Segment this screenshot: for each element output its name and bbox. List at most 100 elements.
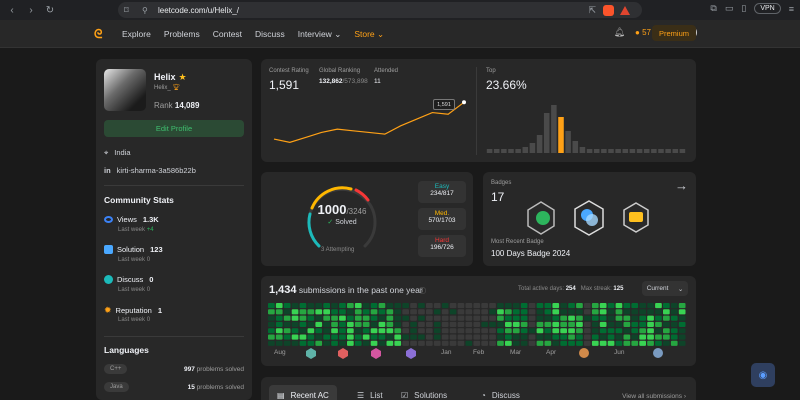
reload-icon[interactable]: ↻ xyxy=(45,5,55,16)
heatmap-cell xyxy=(481,315,488,321)
language-count-value: 15 xyxy=(187,383,195,391)
tab-list[interactable]: ☰ List xyxy=(349,385,391,400)
nav-discuss[interactable]: Discuss xyxy=(255,29,285,40)
heatmap-cell xyxy=(315,303,323,309)
info-icon[interactable]: ⓘ xyxy=(419,286,426,296)
tab-solutions[interactable]: ☑ Solutions xyxy=(393,385,455,400)
heatmap-cell xyxy=(576,328,583,334)
submission-heatmap[interactable] xyxy=(268,303,688,349)
feedback-chat-button[interactable]: ◉ xyxy=(751,363,775,387)
rating-histogram[interactable] xyxy=(486,103,686,153)
difficulty-medium[interactable]: Med. 570/1703 xyxy=(418,208,466,230)
menu-icon[interactable]: ≡ xyxy=(789,4,794,14)
heatmap-cell xyxy=(623,334,631,340)
heatmap-cell xyxy=(433,334,441,340)
stat-label: Views xyxy=(117,215,137,224)
tab-recent-ac[interactable]: ▤ Recent AC xyxy=(269,385,337,400)
badge-100-days-icon[interactable] xyxy=(574,200,604,236)
heatmap-cell xyxy=(497,315,504,321)
site-info-icon[interactable]: ⚲ xyxy=(142,6,148,15)
heatmap-cell xyxy=(457,309,465,315)
heatmap-cell xyxy=(560,315,567,321)
heatmap-cell xyxy=(489,334,496,340)
heatmap-cell xyxy=(402,334,409,340)
stat-discuss: Discuss 0 xyxy=(104,275,153,284)
heatmap-cell xyxy=(647,334,654,340)
linkedin-link[interactable]: in kirti-sharma-3a586b22b xyxy=(104,166,196,175)
badge-annual-icon[interactable] xyxy=(623,202,649,233)
heatmap-cell xyxy=(339,315,346,321)
heatmap-cell xyxy=(433,321,441,327)
back-icon[interactable]: ‹ xyxy=(7,5,17,16)
sidebar-icon[interactable]: ▯ xyxy=(741,3,746,14)
premium-button[interactable]: Premium xyxy=(652,25,696,41)
heatmap-cell xyxy=(473,328,481,334)
heatmap-cell xyxy=(631,334,639,340)
browser-toolbar: ‹ › ↻ ⌑ ⚲ leetcode.com/u/Helix_/ ⇱ ⧉ ▭ ▯… xyxy=(0,0,800,20)
heatmap-cell xyxy=(497,321,504,327)
heatmap-cell xyxy=(410,321,417,327)
heatmap-cell xyxy=(639,321,646,327)
forward-icon[interactable]: › xyxy=(26,5,36,16)
heatmap-cell xyxy=(323,321,330,327)
brave-shield-icon[interactable] xyxy=(603,5,614,16)
heatmap-cell xyxy=(441,315,449,321)
heatmap-cell xyxy=(268,309,275,315)
heatmap-cell xyxy=(655,340,662,346)
difficulty-hard[interactable]: Hard 196/726 xyxy=(418,235,466,257)
easy-label: Easy xyxy=(434,183,450,190)
heatmap-cell xyxy=(623,321,631,327)
histogram-bar xyxy=(651,149,657,153)
heatmap-cell xyxy=(291,309,299,315)
heatmap-cell xyxy=(560,328,567,334)
nav-store[interactable]: Store ⌄ xyxy=(354,29,384,40)
view-all-submissions-link[interactable]: View all submissions › xyxy=(622,393,686,400)
heatmap-cell xyxy=(663,303,670,309)
tab-discuss[interactable]: ◔ Discuss xyxy=(473,385,528,400)
nav-contest[interactable]: Contest xyxy=(213,29,242,40)
badge-50-days-icon[interactable] xyxy=(527,201,555,235)
heatmap-cell xyxy=(386,328,394,334)
nav-problems[interactable]: Problems xyxy=(164,29,200,40)
heatmap-cell xyxy=(584,321,591,327)
profile-card: Helix ★ Helix_ 🏆︎ Rank 14,089 Edit Profil… xyxy=(96,59,252,400)
heatmap-cell xyxy=(607,328,615,334)
edit-profile-button[interactable]: Edit Profile xyxy=(104,120,244,137)
list-icon: ☰ xyxy=(357,390,365,400)
vpn-button[interactable]: VPN xyxy=(754,3,781,14)
heatmap-cell xyxy=(568,328,575,334)
arrow-right-icon[interactable]: → xyxy=(675,178,688,193)
heatmap-cell xyxy=(315,340,323,346)
heatmap-cell xyxy=(584,334,591,340)
extensions-icon[interactable]: ⧉ xyxy=(710,3,716,14)
brave-rewards-icon[interactable] xyxy=(620,6,630,15)
nav-interview[interactable]: Interview ⌄ xyxy=(298,29,342,40)
heatmap-cell xyxy=(505,303,512,309)
bookmark-icon[interactable]: ⌑ xyxy=(124,5,129,16)
heatmap-cell xyxy=(339,334,346,340)
histogram-bar xyxy=(643,149,650,153)
heatmap-cell xyxy=(512,328,520,334)
wallet-icon[interactable]: ▭ xyxy=(725,3,734,14)
heatmap-cell xyxy=(678,328,686,334)
heatmap-cell xyxy=(647,340,654,346)
nav-explore[interactable]: Explore xyxy=(122,29,151,40)
notification-bell-icon[interactable]: 🔔︎ xyxy=(614,27,625,38)
heatmap-cell xyxy=(394,309,402,315)
heatmap-cell xyxy=(520,321,528,327)
leetcode-logo-icon[interactable]: ᘓ xyxy=(94,27,107,41)
chat-icon xyxy=(104,275,113,284)
heatmap-cell xyxy=(418,303,425,309)
rating-point[interactable] xyxy=(462,100,466,105)
share-icon[interactable]: ⇱ xyxy=(588,5,596,16)
heatmap-cell xyxy=(275,303,283,309)
period-select[interactable]: Current ⌄ xyxy=(642,281,688,296)
language-count-suffix: problems solved xyxy=(196,383,244,391)
streak-counter[interactable]: ● 57 xyxy=(635,28,651,37)
profile-handle: Helix_ 🏆︎ xyxy=(154,84,180,91)
address-bar[interactable]: ⌑ ⚲ leetcode.com/u/Helix_/ ⇱ xyxy=(118,2,642,18)
histogram-bar xyxy=(543,113,550,153)
profile-name-text: Helix xyxy=(154,72,176,82)
difficulty-easy[interactable]: Easy 234/817 xyxy=(418,181,466,203)
fire-icon: ● xyxy=(635,28,640,37)
